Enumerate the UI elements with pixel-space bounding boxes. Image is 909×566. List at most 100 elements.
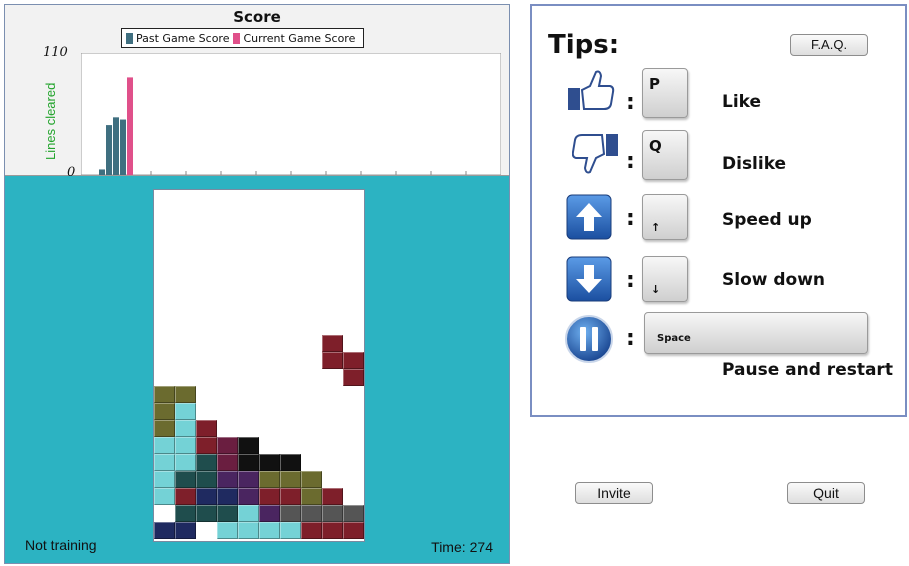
stacked-block [154,488,175,505]
faq-button[interactable]: F.A.Q. [790,34,868,56]
tip-label-pause: Pause and restart [722,360,893,380]
stacked-block [175,488,196,505]
training-status: Not training [25,537,97,553]
past-score-bar [106,125,112,175]
stacked-block [154,437,175,454]
stacked-block [196,420,217,437]
stacked-block [175,522,196,539]
colon-pause: : [626,326,635,351]
legend-label-current: Current Game Score [243,31,356,45]
key-down-label: ↓ [651,283,661,296]
stacked-block [343,522,364,539]
invite-button[interactable]: Invite [575,482,653,504]
stacked-block [154,522,175,539]
stacked-block [238,437,259,454]
stacked-block [154,403,175,420]
stacked-block [154,386,175,403]
key-up: ↑ [642,194,688,240]
stacked-block [217,471,238,488]
stacked-block [175,420,196,437]
past-score-bar [120,119,126,175]
stacked-block [280,522,301,539]
falling-piece-block [322,335,343,352]
y-axis-max-label: 110 [43,45,68,60]
thumbs-down-icon [572,134,618,174]
stacked-block [280,505,301,522]
stacked-block [196,488,217,505]
stacked-block [217,522,238,539]
stacked-block [301,471,322,488]
stacked-block [154,454,175,471]
colon-slow-down: : [626,268,635,293]
stacked-block [196,471,217,488]
stacked-block [301,522,322,539]
stacked-block [343,505,364,522]
stacked-block [322,488,343,505]
legend-item-current: Current Game Score [233,32,355,45]
key-q-label: Q [649,137,662,155]
legend-label-past: Past Game Score [136,31,230,45]
falling-piece-block [343,369,364,386]
stacked-block [175,403,196,420]
stacked-block [154,420,175,437]
tip-label-dislike: Dislike [722,154,787,174]
past-score-bar [113,117,119,175]
tips-title: Tips: [548,30,620,60]
stacked-block [217,505,238,522]
stacked-block [175,471,196,488]
falling-piece-block [343,352,364,369]
chart-title: Score [233,8,281,26]
stacked-block [238,488,259,505]
time-readout: Time: 274 [431,539,493,555]
stacked-block [196,437,217,454]
tip-label-slow-down: Slow down [722,270,826,290]
key-down: ↓ [642,256,688,302]
stacked-block [280,471,301,488]
stacked-block [217,488,238,505]
stacked-block [301,488,322,505]
stacked-block [259,454,280,471]
legend-item-past: Past Game Score [126,32,229,45]
key-space-label: Space [657,333,691,344]
stacked-block [322,522,343,539]
chart-legend: Past Game Score Current Game Score [121,28,365,48]
stacked-block [259,505,280,522]
stacked-block [196,505,217,522]
stacked-block [196,454,217,471]
y-axis-min-label: 0 [67,165,76,180]
tip-label-speed-up: Speed up [722,210,812,230]
tip-label-like: Like [722,92,762,112]
stacked-block [154,471,175,488]
stacked-block [238,505,259,522]
stacked-block [238,471,259,488]
stacked-block [259,471,280,488]
stacked-block [175,505,196,522]
game-panel: Score Past Game Score Current Game Score… [4,4,510,564]
quit-button[interactable]: Quit [787,482,865,504]
colon-like: : [626,90,635,115]
key-p-label: P [649,75,660,93]
key-p: P [642,68,688,118]
tetris-board[interactable] [153,189,365,542]
past-score-bar [99,169,105,175]
stacked-block [175,437,196,454]
time-label: Time: [431,539,466,555]
stacked-block [280,488,301,505]
plot-frame [81,53,501,175]
tips-panel: Tips: F.A.Q. : P Like : Q Dislike : ↑ Sp… [530,4,907,417]
pause-icon [565,315,613,363]
stacked-block [175,454,196,471]
stacked-block [280,454,301,471]
legend-swatch-current [233,32,241,44]
stacked-block [175,386,196,403]
y-axis-title: Lines cleared [43,82,58,160]
falling-piece-block [322,352,343,369]
score-chart: Score Past Game Score Current Game Score… [5,5,509,180]
stacked-block [322,505,343,522]
stacked-block [217,437,238,454]
stacked-block [238,522,259,539]
colon-dislike: : [626,149,635,174]
colon-speed-up: : [626,206,635,231]
arrow-up-icon [566,194,612,240]
thumbs-up-icon [568,70,615,110]
